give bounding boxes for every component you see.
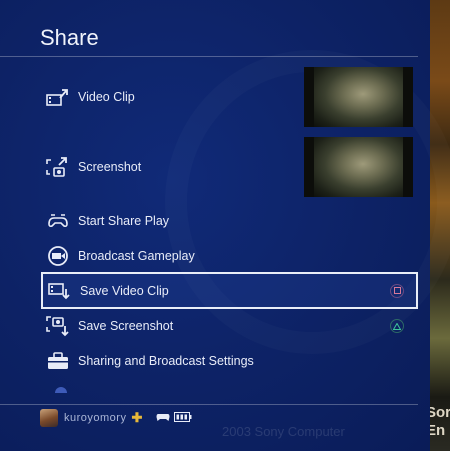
menu-item-label: Save Screenshot <box>78 319 174 333</box>
screenshot-thumbnail <box>304 137 413 197</box>
save-video-clip-icon <box>48 280 72 302</box>
menu-item-label: Start Share Play <box>78 214 170 228</box>
menu-item-label: Sharing and Broadcast Settings <box>78 354 254 368</box>
toolbox-icon <box>46 350 70 372</box>
screenshot-share-icon <box>46 156 70 178</box>
avatar[interactable] <box>40 409 58 427</box>
username: kuroyomory <box>64 412 127 424</box>
menu-item-save-screenshot[interactable]: Save Screenshot <box>41 309 418 343</box>
menu-item-broadcast-gameplay[interactable]: Broadcast Gameplay <box>41 239 418 273</box>
background-copyright-text: 2003 Sony Computer <box>222 424 345 439</box>
menu-item-sharing-broadcast-settings[interactable]: Sharing and Broadcast Settings <box>41 344 418 378</box>
menu-item-start-share-play[interactable]: Start Share Play <box>41 204 418 238</box>
controller-icon <box>156 412 170 425</box>
menu-item-save-video-clip[interactable]: Save Video Clip <box>41 272 418 309</box>
share-play-icon <box>46 210 70 232</box>
page-title: Share <box>40 25 99 50</box>
save-screenshot-icon <box>46 315 70 337</box>
menu-item-label: Save Video Clip <box>80 283 169 298</box>
square-button-icon <box>390 283 404 298</box>
video-clip-share-icon <box>46 86 70 108</box>
menu-item-label: Video Clip <box>78 90 135 104</box>
broadcast-icon <box>46 245 70 267</box>
video-clip-thumbnail <box>304 67 413 127</box>
triangle-button-icon <box>390 319 404 333</box>
menu-item-label: Broadcast Gameplay <box>78 249 195 263</box>
battery-icon <box>174 411 192 425</box>
share-panel: Share Video Clip Screenshot Start Share … <box>0 0 430 451</box>
status-bar: kuroyomory ✚ <box>40 408 192 428</box>
ps-plus-icon: ✚ <box>131 410 143 425</box>
bottom-divider <box>0 404 418 405</box>
menu-item-label: Screenshot <box>78 160 142 174</box>
title-divider <box>0 56 418 57</box>
scroll-indicator[interactable] <box>55 387 67 393</box>
